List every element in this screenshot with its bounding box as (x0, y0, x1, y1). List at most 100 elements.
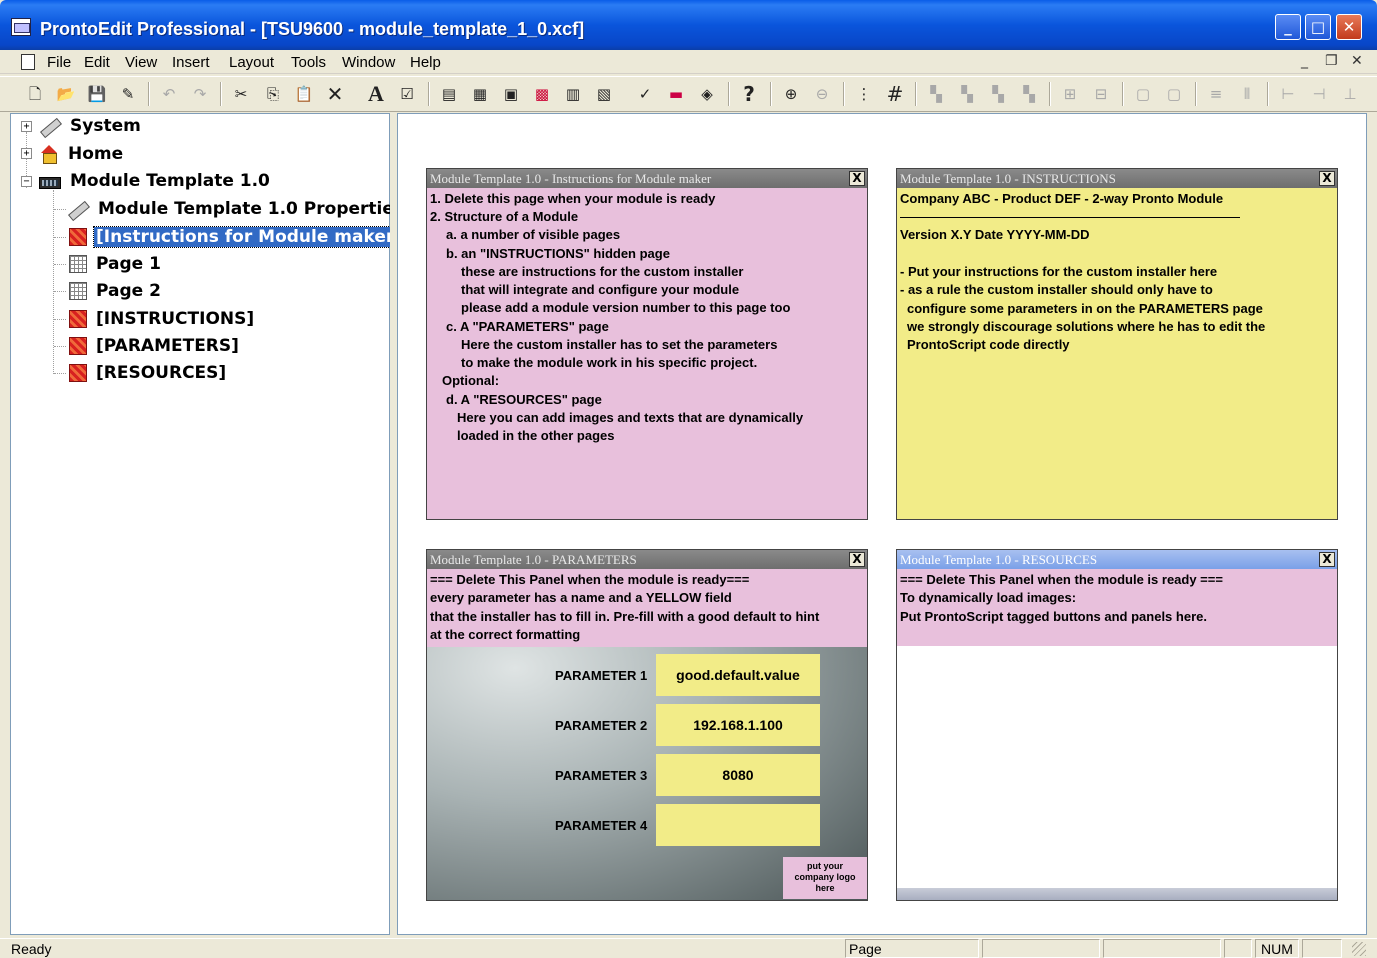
align-3-icon[interactable]: ▚ (987, 83, 1009, 105)
download-icon[interactable]: ✎ (117, 83, 139, 105)
tree-item-label: System (70, 116, 141, 136)
ungroup-icon[interactable]: ⊟ (1090, 83, 1112, 105)
menu-help[interactable]: Help (410, 54, 441, 71)
tree-item-module-properties[interactable]: Module Template 1.0 Properties (67, 197, 406, 221)
panel-title[interactable]: Module Template 1.0 - INSTRUCTIONS (897, 169, 1337, 188)
resize-grip-icon[interactable] (1352, 942, 1366, 956)
mdi-restore-button[interactable]: ❐ (1325, 53, 1338, 69)
align-4-icon[interactable]: ▚ (1018, 83, 1040, 105)
company-logo-placeholder[interactable]: put your company logo here (783, 857, 867, 899)
toolbar-separator (843, 82, 845, 106)
help-icon[interactable]: ? (738, 83, 760, 105)
extra-icon[interactable]: ◈ (696, 83, 718, 105)
right-icon[interactable]: ⊥ (1339, 83, 1361, 105)
parameter-3-label: PARAMETER 3 (555, 768, 648, 783)
app-icon[interactable] (11, 18, 31, 36)
tree-item-label: [PARAMETERS] (96, 336, 239, 356)
check-icon[interactable]: ✓ (634, 83, 656, 105)
align-2-icon[interactable]: ▚ (956, 83, 978, 105)
tree-item-home[interactable]: Home (39, 142, 125, 166)
group-icon[interactable]: ⊞ (1059, 83, 1081, 105)
panel-text-line: Company ABC - Product DEF - 2-way Pronto… (900, 191, 1224, 206)
text-icon[interactable]: A (365, 83, 387, 105)
delete-icon[interactable]: ✕ (324, 83, 346, 105)
order-1-icon[interactable]: ▢ (1132, 83, 1154, 105)
panel-title[interactable]: Module Template 1.0 - Instructions for M… (427, 169, 867, 188)
status-cell (1224, 939, 1252, 958)
button-icon[interactable]: ▣ (500, 83, 522, 105)
parameter-3-field[interactable]: 8080 (656, 754, 820, 796)
parameter-4-field[interactable] (656, 804, 820, 846)
panel-parameters[interactable]: Module Template 1.0 - PARAMETERS X === D… (426, 549, 868, 901)
tree-item-instructions-maker[interactable]: [Instructions for Module maker] (69, 225, 406, 249)
paste-icon[interactable]: 📋 (293, 83, 315, 105)
tree-expander-module[interactable]: − (21, 176, 32, 187)
mdi-minimize-button[interactable]: _ (1301, 53, 1308, 69)
panel-title[interactable]: Module Template 1.0 - RESOURCES (897, 550, 1337, 569)
tree-expander-home[interactable]: + (21, 148, 32, 159)
properties-icon[interactable]: ☑ (396, 83, 418, 105)
panel-text-line: a. a number of visible pages (446, 227, 621, 242)
snap-icon[interactable]: # (884, 83, 906, 105)
tree-item-resources[interactable]: [RESOURCES] (69, 361, 228, 385)
menu-file[interactable]: File (47, 54, 71, 71)
panel-instructions-maker[interactable]: Module Template 1.0 - Instructions for M… (426, 168, 868, 520)
panel-text-line: d. A "RESOURCES" page (446, 392, 602, 407)
copy-icon[interactable]: ⎘ (262, 83, 284, 105)
tree-item-instructions[interactable]: [INSTRUCTIONS] (69, 307, 256, 331)
tree-item-page-2[interactable]: Page 2 (69, 279, 163, 303)
grid-dots-icon[interactable]: ⋮ (853, 83, 875, 105)
redo-icon[interactable]: ↷ (189, 83, 211, 105)
open-icon[interactable]: 📂 (55, 83, 77, 105)
panel-resources[interactable]: Module Template 1.0 - RESOURCES X === De… (896, 549, 1338, 901)
menu-edit[interactable]: Edit (84, 54, 110, 71)
panel-close-button[interactable]: X (849, 552, 865, 567)
title-bar[interactable]: ProntoEdit Professional - [TSU9600 - mod… (0, 0, 1377, 50)
menu-window[interactable]: Window (342, 54, 395, 71)
undo-icon[interactable]: ↶ (158, 83, 180, 105)
align-1-icon[interactable]: ▚ (925, 83, 947, 105)
mdi-close-button[interactable]: ✕ (1351, 53, 1363, 69)
tree-item-parameters[interactable]: [PARAMETERS] (69, 334, 241, 358)
firm-icon[interactable]: ▥ (562, 83, 584, 105)
zoom-out-icon[interactable]: ⊖ (811, 83, 833, 105)
minimize-button[interactable]: _ (1275, 14, 1301, 40)
save-icon[interactable]: 💾 (86, 83, 108, 105)
left-icon[interactable]: ⊢ (1277, 83, 1299, 105)
tree-item-module[interactable]: Module Template 1.0 (39, 169, 272, 193)
zoom-in-icon[interactable]: ⊕ (780, 83, 802, 105)
label-icon[interactable]: ▧ (593, 83, 615, 105)
panel-close-button[interactable]: X (1319, 171, 1335, 186)
parameter-1-field[interactable]: good.default.value (656, 654, 820, 696)
menu-insert[interactable]: Insert (172, 54, 210, 71)
tree-item-label: [RESOURCES] (96, 363, 227, 383)
tree-item-system[interactable]: System (39, 114, 143, 138)
order-2-icon[interactable]: ▢ (1163, 83, 1185, 105)
cut-icon[interactable]: ✂ (230, 83, 252, 105)
menu-view[interactable]: View (125, 54, 157, 71)
splitter[interactable] (390, 113, 397, 935)
tree-item-page-1[interactable]: Page 1 (69, 252, 163, 276)
image-icon[interactable]: ▩ (531, 83, 553, 105)
tree-expander-system[interactable]: + (21, 121, 32, 132)
panel-close-button[interactable]: X (849, 171, 865, 186)
panel-text-line: configure some parameters in on the PARA… (907, 301, 1263, 316)
panel-instructions[interactable]: Module Template 1.0 - INSTRUCTIONS X Com… (896, 168, 1338, 520)
close-button[interactable]: ✕ (1336, 14, 1362, 40)
panel-title[interactable]: Module Template 1.0 - PARAMETERS (427, 550, 867, 569)
divider-line (900, 217, 1240, 218)
new-icon[interactable]: 🗋 (24, 83, 46, 105)
dist-1-icon[interactable]: ≡ (1205, 83, 1227, 105)
menu-tools[interactable]: Tools (291, 54, 326, 71)
panel-icon[interactable]: ▤ (438, 83, 460, 105)
parameter-2-field[interactable]: 192.168.1.100 (656, 704, 820, 746)
center-icon[interactable]: ⊣ (1308, 83, 1330, 105)
dist-2-icon[interactable]: ⫴ (1236, 83, 1258, 105)
maximize-button[interactable]: □ (1305, 14, 1331, 40)
grid-icon[interactable]: ▦ (469, 83, 491, 105)
code-icon[interactable]: ▬ (665, 83, 687, 105)
menu-layout[interactable]: Layout (229, 54, 274, 71)
panel-text-line: - Put your instructions for the custom i… (900, 264, 1218, 279)
document-icon[interactable] (21, 54, 35, 70)
panel-close-button[interactable]: X (1319, 552, 1335, 567)
